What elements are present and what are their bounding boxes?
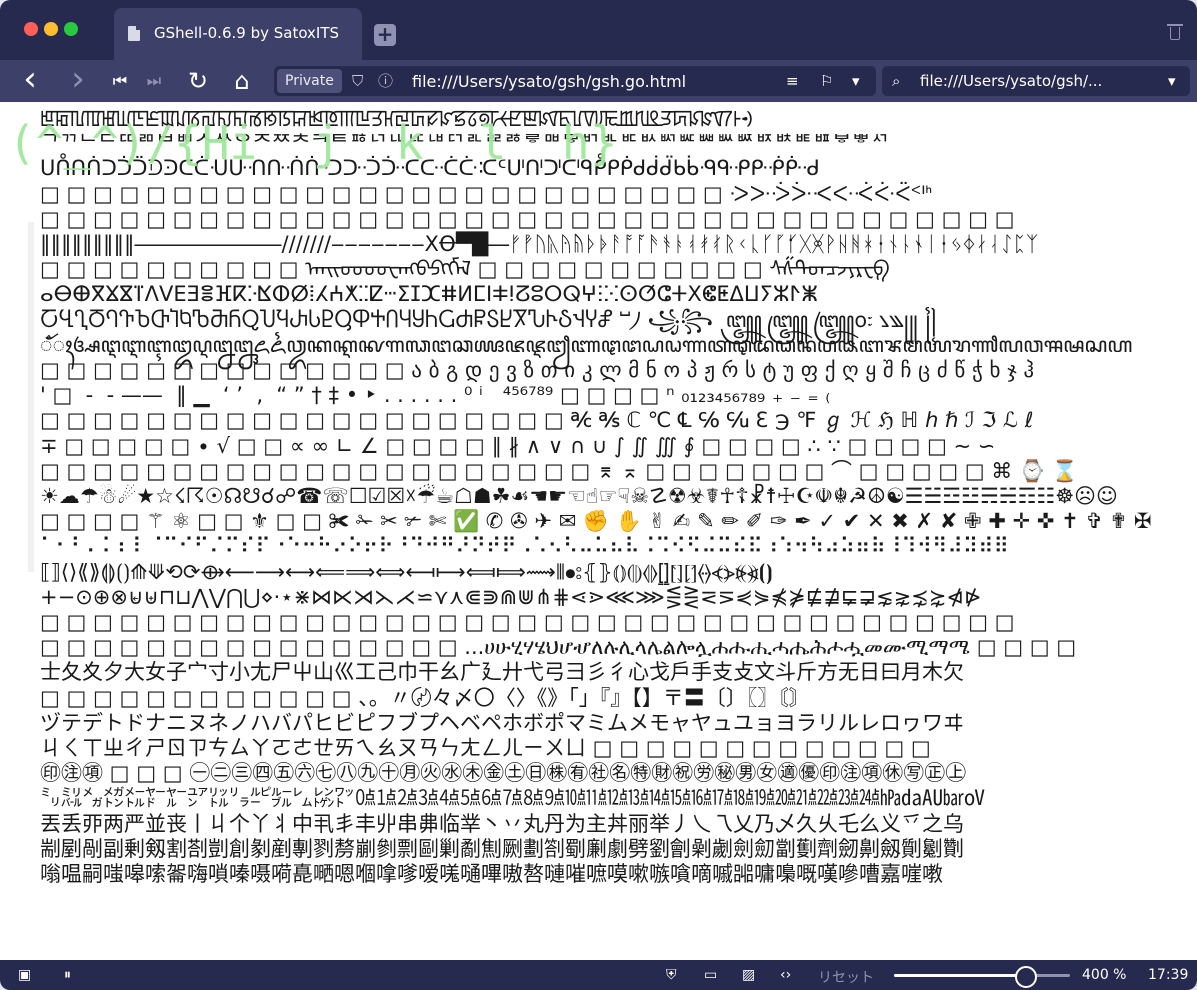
glyph-line: 士夂夊夕大女子宀寸小尢尸屮山巛工己巾干幺广廴廾弋弓彐彡彳心戈戶手支攴文斗斤方无日… — [40, 660, 964, 685]
search-bar[interactable]: ⌕ file:///Users/ysato/gsh/... ▾ — [882, 66, 1190, 96]
navigation-toolbar: ‹ › ⏮ ⏭ ↻ ⌂ Private ⛉ ⓘ file:///Users/ys… — [0, 60, 1197, 102]
window-icon[interactable]: ▭ — [704, 967, 717, 983]
reader-view-icon[interactable]: ≡ — [786, 70, 799, 92]
bookmark-icon[interactable]: ⚐ — [820, 70, 833, 92]
glyph-line: □ □ □ □ ⚚ ⚛ □ □ ⚜ □ □ ✀ ✁ ✂ ✃ ✄ ✅ ✆ ✇ ✈ … — [40, 509, 1152, 534]
glyph-line: □ □ □ □ □ □ □ □ □ □ □ □ □ □ □ □ ...ሀሁሂሃሄ… — [40, 635, 1077, 660]
glyph-line: ' □ - - —— ‖ ▁ ‘ ’ ‚ “ ” † ‡ • ‣ . . . .… — [40, 383, 831, 408]
glyph-line: 剬剭剮副剰剱割剳剴創剶剷剸剹剺剻剼剽剾剿劀劁劂劃劄劅劆劇劈劉劊劋劌劍劎劏劐劑劒劓… — [40, 836, 964, 861]
glyph-line: ⠁⠂⠃⠄⠅⠆⠇⠈⠉⠊⠋⠌⠍⠎⠏⠐⠑⠒⠓⠔⠕⠖⠗⠘⠙⠚⠛⠜⠝⠞⠟⠠⠡⠢⠣⠤⠥⠦⠧⠨… — [40, 534, 1009, 559]
page-content: ꡁꡂꡃꡄꡅꡆꡇꡈꡉꡊꡋꡌꡍꡎꡏꡐꡑꡒꡓꡔꡕꡖꡗꡘꡙꡚꡛꡜꡝꡞꡟꡠꡡꡢꡣꡤꡥꡦꡧꡨ… — [0, 102, 1197, 960]
glyph-line: ㍉㍊㍋㍌㍍㍎㍏㍐㍑㍒㍓㍔㍕㍖㍗㍘㍙㍚㍛㍜㍝㍞㍟㍠㍡㍢㍣㍤㍥㍦㍧㍨㍩㍪㍫㍬㍭㍮㍯㍰… — [40, 786, 985, 811]
glyph-line: ⴰⴱⴲⴳⴴⴵⴶⴷⴸⴹⴺⴻⴼⴽⴾⴿⵀⵁⵂⵃⵄⵅⵆⵇⵈⵉⵊⵋⵌⵍⵎⵏⵐⵑⵒⵓⵔⵕⵖⵗ… — [40, 282, 818, 307]
glyph-line: □ □ □ □ □ □ □ □ □ □ □ □ □ □ □ □ □ □ □ □ … — [40, 181, 933, 206]
step-forward-button[interactable]: ⏭ — [142, 66, 166, 96]
glyph-line: ㊞㊟㊠ □ □ □ ㊀㊁㊂㊃㊄㊅㊆㊇㊈㊉㊊㊋㊌㊍㊎㊏㊐㊑㊒㊓㊔㊕㊖㊗㊘㊙㊚㊛㊜㊝… — [40, 761, 967, 786]
glyph-line: □ □ □ □ □ □ □ □ □ □ □ □ □ □ □ □ □ □ □ □ … — [40, 458, 1078, 483]
pause-icon[interactable]: ⏸ — [64, 967, 71, 983]
glyph-line: ㄐㄑㄒㄓㄔㄕㄖㄗㄘㄙㄚㄛㄜㄝㄞㄟㄠㄡㄢㄣㄤㄥㄦㄧㄨㄩ □ □ □ □ □ □ □… — [40, 736, 931, 760]
glyph-line: □ □ □ □ □ □ □ □ □ □ □ □ 、。〃〄々〆〇〈〉《》「」『』【… — [40, 685, 810, 710]
url-text: file:///Users/ysato/gsh/gsh.go.html — [412, 72, 687, 91]
glyph-line: 丟丢丣两严並丧丨丩个丫丬中丮丯丰丱串丳临丵丶丷丸丹为主丼丽举丿乀乁乂乃乄久乆乇么… — [40, 811, 964, 836]
glyph-line: □ □ □ □ □ □ □ □ □ □ □ □ □ □ □ □ □ □ □ □ … — [40, 610, 1015, 634]
zoom-slider[interactable] — [894, 966, 1070, 988]
glyph-line: 嗡嗢嗣嗤嗥嗦嗧嗨嗩嗪嗫嗬嗭嗮嗯嗰嗱嗲嗳嗴嗵嗶嗷嗸嗹嗺嗻嗼嗽嗾嗿嘀嘁嘂嘃嘄嘅嘆嘇嘈… — [40, 862, 943, 886]
glyph-line: ☀☁☂☃☄★☆☇☈☉☊☋☌☍☎☏☐☑☒☓☔☕☖☗☘☙☚☛☜☝☞☟☠☡☢☣☤☥☦☧… — [40, 484, 1118, 508]
home-button[interactable]: ⌂ — [228, 66, 256, 96]
glyph-line: ⟦⟧⟨⟩⟪⟫⟬⟭⟮⟯⟰⟱⟲⟳⟴⟵⟶⟷⟸⟹⟺⟻⟼⟽⟾⟿⦀⦁⦂⦃⦄⦅⦆⦇⦈⦉⦊⦋⦌⦍… — [40, 559, 773, 584]
address-bar[interactable]: Private ⛉ ⓘ file:///Users/ysato/gsh/gsh.… — [274, 66, 876, 96]
private-badge: Private — [277, 69, 342, 93]
shield-icon[interactable]: ⛉ — [352, 70, 363, 92]
new-tab-button[interactable]: + — [374, 24, 396, 46]
glyph-line: □ □ □ □ □ □ □ □ □ □ ᠠᠡᠢᠣᠤᠥᠦᠧᠨᠩᠪᠫᠬᠭᠮᠯ □ □… — [40, 257, 890, 282]
code-icon[interactable]: ‹› — [780, 967, 791, 983]
scroll-indicator — [28, 222, 34, 572]
trash-icon[interactable] — [1167, 22, 1183, 40]
chevron-down-icon[interactable]: ▾ — [852, 70, 860, 92]
browser-window: GShell-0.6.9 by SatoxITS + ‹ › ⏮ ⏭ ↻ ⌂ P… — [0, 0, 1197, 990]
title-bar: GShell-0.6.9 by SatoxITS + — [0, 0, 1197, 60]
zoom-slider-fill — [894, 974, 1026, 977]
zoom-level: 400 % — [1082, 967, 1127, 983]
glyph-line: ‖‖‖‖‖‖‖‖‖―――――――///////‒‒‒‒‒‒‒XꝊ▀█―ᚠᚡᚢᚣᚤ… — [40, 232, 1039, 256]
glyph-line: +−⊙⊕⊗⊌⊎⊓⊔⋀⋁⋂⋃⋄⋅⋆⋇⋈⋉⋊⋋⋌⋍⋎⋏⋐⋑⋒⋓⋔⋕⋖⋗⋘⋙⋚⋛⋜⋝⋞… — [40, 584, 982, 609]
glyph-line: ꦀꦁꦂꦃꦄꦅꦆꦇꦈꦉꦊꦋꦌꦍꦎꦏꦐꦑꦒꦓꦔꦕꦖꦗꦘꦙꦚꦛꦜꦝꦞꦟꦠꦡꦢꦣꦤꦥꦦꦧ… — [40, 332, 1133, 357]
document-icon — [128, 26, 140, 41]
shield-icon[interactable]: ⛨ — [666, 967, 677, 983]
clock: 17:39 — [1148, 967, 1189, 983]
glyph-line: ∓ □ □ □ □ □ ∙ √ □ □ ∝ ∞ ∟ ∠ □ □ □ □ ∥ ∦ … — [40, 433, 996, 458]
tab-active[interactable]: GShell-0.6.9 by SatoxITS — [114, 8, 362, 60]
back-button[interactable]: ‹ — [18, 62, 42, 96]
forward-button[interactable]: › — [66, 62, 90, 96]
glyph-line: □ □ □ □ □ □ □ □ □ □ □ □ □ □ ა ბ გ დ ე ვ … — [40, 358, 1035, 382]
reset-zoom-button[interactable]: リセット — [818, 967, 874, 987]
close-window-button[interactable] — [24, 22, 38, 36]
first-page-button[interactable]: ⏮ — [108, 66, 132, 96]
sidebar-toggle-icon[interactable]: ▣ — [18, 967, 31, 983]
glyph-line: □ □ □ □ □ □ □ □ □ □ □ □ □ □ □ □ □ □ □ □ … — [40, 206, 1015, 231]
search-text: file:///Users/ysato/gsh/... — [920, 72, 1103, 90]
info-icon[interactable]: ⓘ — [378, 70, 393, 92]
glyph-line: □ □ □ □ □ □ □ □ □ □ □ □ □ □ □ □ □ □ □ □ … — [40, 408, 1034, 433]
image-icon[interactable]: ▨ — [742, 967, 755, 983]
shell-prompt: (^_^)/{Hi j k l h} — [8, 116, 618, 170]
reload-button[interactable]: ↻ — [184, 66, 212, 96]
chevron-down-icon[interactable]: ▾ — [1168, 70, 1176, 92]
minimize-window-button[interactable] — [44, 22, 58, 36]
tab-title: GShell-0.6.9 by SatoxITS — [154, 24, 340, 42]
glyph-line: ヅテデトドナニヌネノハバパヒビピフブプヘベペホボポマミムメモャヤュユョヨラリルレ… — [40, 710, 964, 735]
glyph-line: ႠႡႢႣႤႥႦႧႨႩႪႫႬႭႮႯႰႱႲႳႴႵႶႷႸႹႺႻႼႽႾႿჀჁჂჃჄჅ ⵯ… — [40, 307, 938, 332]
status-bar: ▣ ⏸ ⛨ ▭ ▨ ‹› リセット 400 % 17:39 — [0, 960, 1197, 990]
search-icon: ⌕ — [892, 72, 901, 90]
zoom-slider-knob[interactable] — [1015, 966, 1037, 988]
zoom-window-button[interactable] — [64, 22, 78, 36]
